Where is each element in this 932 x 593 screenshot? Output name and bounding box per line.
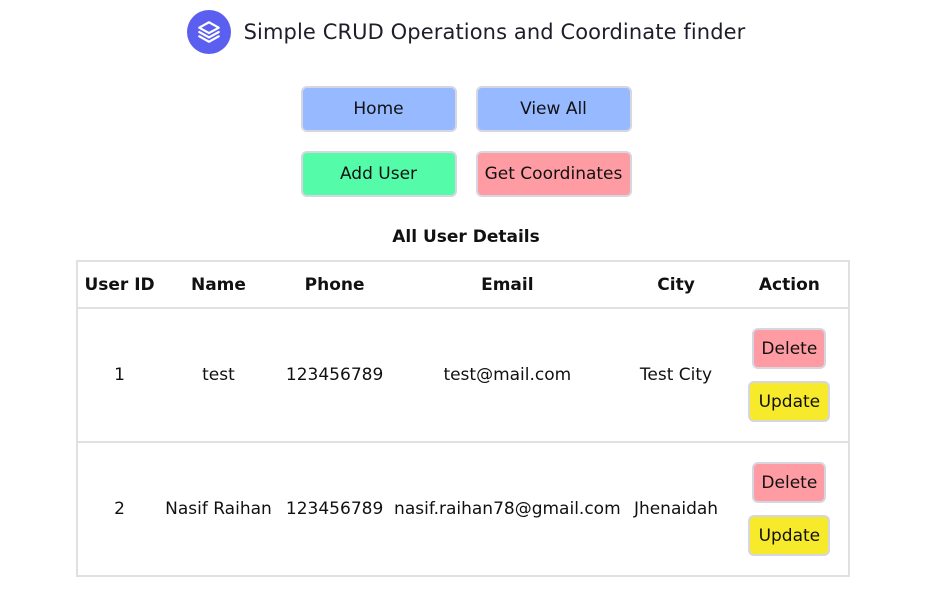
home-button[interactable]: Home — [300, 86, 457, 132]
column-header-email: Email — [393, 261, 622, 309]
table-header-row: User ID Name Phone Email City Action — [77, 261, 849, 309]
action-buttons: Delete Update — [731, 462, 848, 556]
cell-phone: 123456789 — [275, 308, 394, 443]
cell-city: Jhenaidah — [621, 442, 731, 577]
delete-button[interactable]: Delete — [752, 328, 827, 369]
user-table: User ID Name Phone Email City Action 1 t… — [76, 260, 850, 577]
column-header-user-id: User ID — [77, 261, 162, 309]
table-row: 2 Nasif Raihan 123456789 nasif.raihan78@… — [77, 442, 849, 577]
nav-row-secondary: Add User Get Coordinates — [0, 151, 932, 197]
update-button[interactable]: Update — [748, 381, 831, 422]
column-header-action: Action — [730, 261, 849, 309]
delete-button[interactable]: Delete — [752, 462, 827, 503]
cell-action: Delete Update — [730, 442, 849, 577]
cell-email: nasif.raihan78@gmail.com — [393, 442, 622, 577]
table-title: All User Details — [392, 227, 540, 247]
update-button[interactable]: Update — [748, 515, 831, 556]
page: Simple CRUD Operations and Coordinate fi… — [0, 0, 932, 593]
cell-name: test — [161, 308, 276, 443]
cell-name: Nasif Raihan — [161, 442, 276, 577]
app-header: Simple CRUD Operations and Coordinate fi… — [0, 10, 932, 54]
action-buttons: Delete Update — [731, 328, 848, 422]
cell-phone: 123456789 — [275, 442, 394, 577]
view-all-button[interactable]: View All — [475, 86, 632, 132]
nav-row-primary: Home View All — [0, 86, 932, 132]
cell-user-id: 2 — [77, 442, 162, 577]
cell-action: Delete Update — [730, 308, 849, 443]
layers-icon — [186, 10, 231, 54]
cell-user-id: 1 — [77, 308, 162, 443]
app-title: Simple CRUD Operations and Coordinate fi… — [243, 20, 746, 44]
table-row: 1 test 123456789 test@mail.com Test City… — [77, 308, 849, 443]
get-coordinates-button[interactable]: Get Coordinates — [475, 151, 632, 197]
cell-city: Test City — [621, 308, 731, 443]
add-user-button[interactable]: Add User — [300, 151, 457, 197]
column-header-city: City — [621, 261, 731, 309]
column-header-name: Name — [161, 261, 276, 309]
cell-email: test@mail.com — [393, 308, 622, 443]
column-header-phone: Phone — [275, 261, 394, 309]
